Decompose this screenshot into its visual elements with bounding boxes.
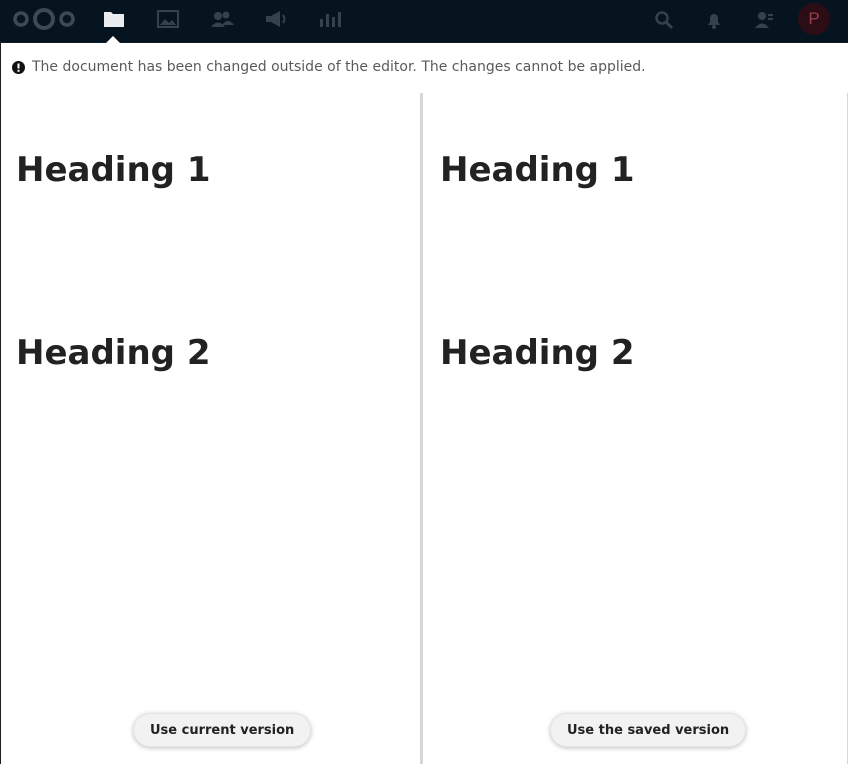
- top-header-bar: P: [0, 0, 848, 43]
- nextcloud-logo-icon[interactable]: [12, 6, 76, 32]
- conflict-notice: The document has been changed outside of…: [0, 43, 848, 93]
- current-heading-1: Heading 1: [16, 150, 211, 190]
- contacts-menu-icon[interactable]: [754, 10, 774, 30]
- alert-circle-icon: [12, 61, 25, 74]
- use-current-version-button[interactable]: Use current version: [133, 713, 312, 747]
- folder-icon[interactable]: [102, 9, 126, 29]
- active-app-indicator: [106, 36, 120, 43]
- use-saved-version-button[interactable]: Use the saved version: [550, 713, 747, 747]
- notifications-bell-icon[interactable]: [704, 10, 724, 30]
- notice-message: The document has been changed outside of…: [32, 59, 646, 75]
- contacts-icon[interactable]: [210, 9, 234, 29]
- search-icon[interactable]: [654, 10, 674, 30]
- activity-chart-icon[interactable]: [318, 9, 342, 29]
- user-avatar[interactable]: P: [798, 3, 830, 35]
- announcements-icon[interactable]: [264, 9, 288, 29]
- current-heading-2: Heading 2: [16, 333, 211, 373]
- saved-heading-2: Heading 2: [440, 333, 635, 373]
- saved-version-pane: Heading 1 Heading 2 Use the saved versio…: [423, 93, 848, 764]
- saved-heading-1: Heading 1: [440, 150, 635, 190]
- current-version-pane: Heading 1 Heading 2 Use current version: [0, 93, 423, 764]
- photos-icon[interactable]: [156, 9, 180, 29]
